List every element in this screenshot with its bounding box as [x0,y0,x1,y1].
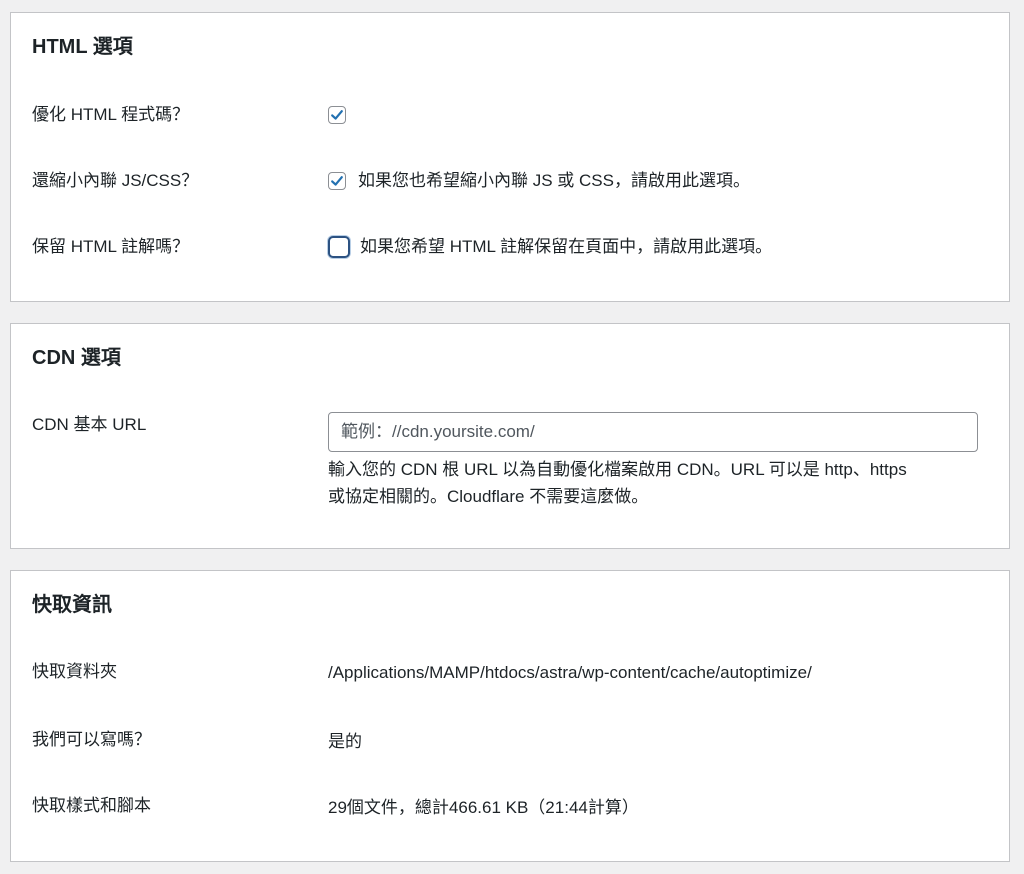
writable-label: 我們可以寫嗎？ [32,730,151,749]
optimize-html-checkbox[interactable] [328,106,346,124]
cdn-options-title: CDN 選項 [32,347,121,369]
cache-folder-label: 快取資料夾 [32,662,117,681]
optimize-html-label: 優化 HTML 程式碼？ [32,105,190,124]
cache-info-title: 快取資訊 [32,594,112,616]
cdn-base-url-description: 輸入您的 CDN 根 URL 以為自動優化檔案啟用 CDN。URL 可以是 ht… [328,456,988,510]
minify-inline-field: 如果您也希望縮小內聯 JS 或 CSS，請啟用此選項。 [328,170,750,192]
minify-inline-checkbox[interactable] [328,172,346,190]
cache-folder-value: /Applications/MAMP/htdocs/astra/wp-conte… [328,663,812,682]
checkmark-icon [331,176,343,186]
keep-comments-checkbox[interactable] [328,236,350,258]
cdn-base-url-label: CDN 基本 URL [32,415,147,434]
cached-files-value: 29個文件，總計466.61 KB（21:44計算） [328,798,639,817]
keep-comments-description: 如果您希望 HTML 註解保留在頁面中，請啟用此選項。 [360,237,773,256]
keep-comments-field: 如果您希望 HTML 註解保留在頁面中，請啟用此選項。 [328,236,772,258]
cdn-description-line-2: 或協定相關的。Cloudflare 不需要這麼做。 [328,487,649,506]
checkmark-icon [331,110,343,120]
cdn-base-url-input[interactable] [328,412,978,452]
writable-value: 是的 [328,732,362,751]
cdn-description-line-1: 輸入您的 CDN 根 URL 以為自動優化檔案啟用 CDN。URL 可以是 ht… [328,460,907,479]
optimize-html-field [328,106,346,124]
cache-info-panel: 快取資訊 快取資料夾 /Applications/MAMP/htdocs/ast… [10,570,1010,862]
minify-inline-description: 如果您也希望縮小內聯 JS 或 CSS，請啟用此選項。 [358,171,750,190]
html-options-panel: HTML 選項 優化 HTML 程式碼？ 還縮小內聯 JS/CSS？ 如果您也希… [10,12,1010,302]
minify-inline-label: 還縮小內聯 JS/CSS？ [32,171,199,190]
keep-comments-label: 保留 HTML 註解嗎？ [32,237,190,256]
cached-files-label: 快取樣式和腳本 [32,796,151,815]
html-options-title: HTML 選項 [32,36,133,58]
cdn-options-panel: CDN 選項 CDN 基本 URL 輸入您的 CDN 根 URL 以為自動優化檔… [10,323,1010,549]
